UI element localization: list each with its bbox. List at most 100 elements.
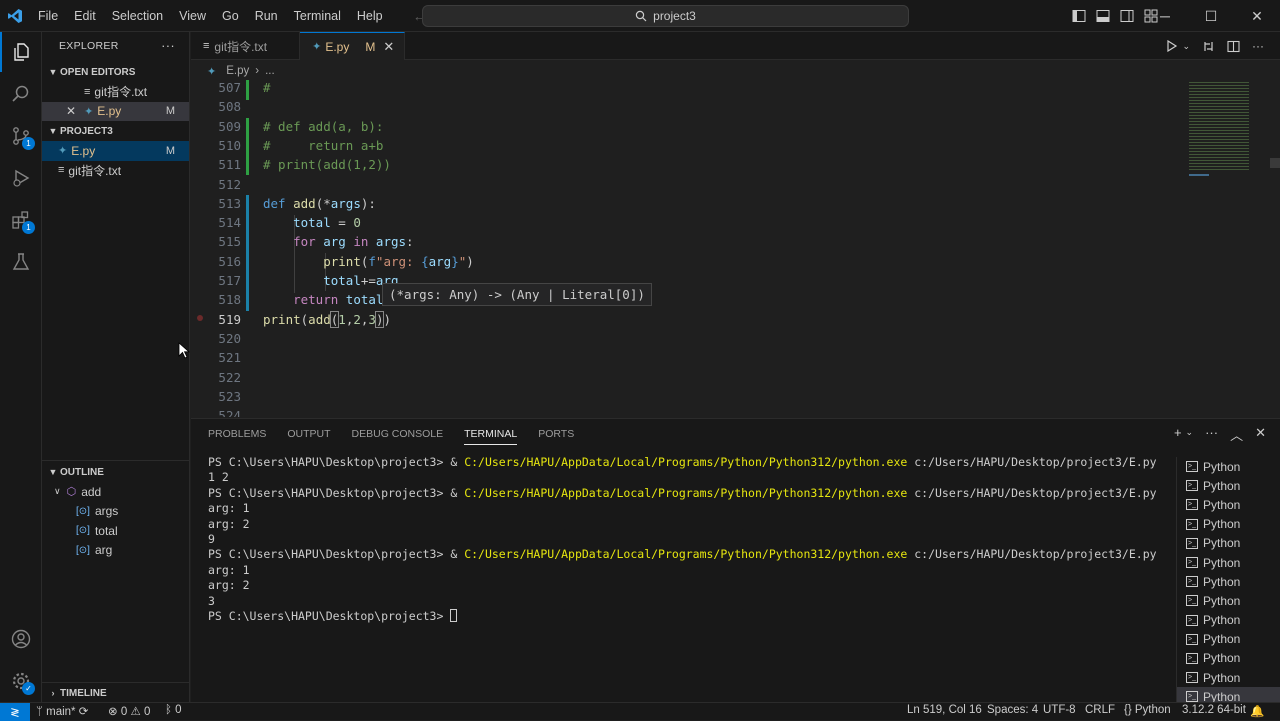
toggle-panel-icon[interactable] xyxy=(1096,9,1110,23)
breadcrumb: ✦ E.py › ... xyxy=(191,61,1280,81)
toggle-secondary-sidebar-icon[interactable] xyxy=(1120,9,1134,23)
search-view-icon[interactable] xyxy=(0,74,42,114)
more-actions-icon[interactable]: ··· xyxy=(161,38,175,53)
terminal-instance[interactable]: >_ Python xyxy=(1177,495,1280,514)
terminal-instance[interactable]: >_ Python xyxy=(1177,457,1280,476)
breadcrumb-separator-icon: › xyxy=(255,65,260,77)
terminal-instance[interactable]: >_ Python xyxy=(1177,515,1280,534)
tab-debug-console[interactable]: DEBUG CONSOLE xyxy=(352,428,444,440)
close-panel-icon[interactable]: ✕ xyxy=(1255,425,1266,444)
branch-icon: ᛘ xyxy=(36,706,43,718)
menu-file[interactable]: File xyxy=(30,0,66,32)
chevron-down-icon[interactable]: ⌄ xyxy=(1186,427,1194,444)
line-number: 514 xyxy=(218,215,241,231)
terminal-instance[interactable]: >_ Python xyxy=(1177,630,1280,649)
terminal-icon: >_ xyxy=(1186,576,1198,588)
outline-item[interactable]: [⊙] total xyxy=(42,521,190,541)
maximize-button[interactable]: ☐ xyxy=(1188,0,1234,32)
notifications-bell-icon[interactable]: 🔔 xyxy=(1250,704,1264,718)
run-debug-icon[interactable] xyxy=(0,158,42,198)
modified-lines-marker xyxy=(246,195,249,311)
close-icon[interactable]: ✕ xyxy=(66,104,76,118)
problems-indicator[interactable]: ⊗ 0 ⚠ 0 xyxy=(108,704,150,718)
chevron-down-icon: ▼ xyxy=(48,67,58,77)
terminal-instance[interactable]: >_ Python xyxy=(1177,534,1280,553)
line-number: 520 xyxy=(218,330,241,346)
minimize-button[interactable]: ─ xyxy=(1142,0,1188,32)
menu-go[interactable]: Go xyxy=(214,0,247,32)
close-window-button[interactable]: ✕ xyxy=(1234,0,1280,32)
chevron-down-icon[interactable]: ⌄ xyxy=(1182,41,1190,52)
menu-terminal[interactable]: Terminal xyxy=(286,0,349,32)
tab-problems[interactable]: PROBLEMS xyxy=(208,428,266,440)
tab-terminal[interactable]: TERMINAL xyxy=(464,428,518,445)
menu-selection[interactable]: Selection xyxy=(104,0,171,32)
terminal-line: 9 xyxy=(208,531,215,546)
tab-e-py[interactable]: ✦ E.py M ✕ xyxy=(300,32,406,60)
sync-icon[interactable]: ⟳ xyxy=(79,706,89,718)
tab-git-txt[interactable]: ≡ git指令.txt xyxy=(191,32,301,60)
breadcrumb-rest[interactable]: ... xyxy=(265,65,275,77)
open-editor-item[interactable]: ≡ git指令.txt xyxy=(42,82,189,102)
manage-gear-icon[interactable]: ✓ xyxy=(0,661,42,701)
new-terminal-icon[interactable]: + xyxy=(1174,425,1182,444)
more-actions-icon[interactable]: ··· xyxy=(1252,39,1264,53)
testing-flask-icon[interactable] xyxy=(0,242,42,282)
menu-view[interactable]: View xyxy=(171,0,214,32)
menu-edit[interactable]: Edit xyxy=(66,0,104,32)
command-center-search[interactable]: project3 xyxy=(422,5,909,27)
python-interpreter[interactable]: 3.12.2 64-bit xyxy=(1182,704,1246,716)
indentation[interactable]: Spaces: 4 xyxy=(987,704,1038,716)
terminal-icon: >_ xyxy=(1186,557,1198,569)
open-editors-header[interactable]: ▼ OPEN EDITORS xyxy=(42,62,189,82)
toggle-primary-sidebar-icon[interactable] xyxy=(1072,9,1086,23)
outline-item[interactable]: [⊙] args xyxy=(42,502,190,522)
project-header[interactable]: ▼ PROJECT3 xyxy=(42,121,189,141)
timeline-header[interactable]: › TIMELINE xyxy=(42,683,190,703)
tab-ports[interactable]: PORTS xyxy=(538,428,574,440)
encoding[interactable]: UTF-8 xyxy=(1043,704,1076,716)
source-control-icon[interactable]: 1 xyxy=(0,116,42,156)
code-editor[interactable]: 507 508 509 510 511 512 513 514 515 516 … xyxy=(191,80,1191,417)
terminal-instance[interactable]: >_ Python xyxy=(1177,611,1280,630)
remote-indicator-icon[interactable]: ≷ xyxy=(0,703,30,721)
run-python-file-icon[interactable] xyxy=(1166,40,1178,52)
line-ending[interactable]: CRLF xyxy=(1085,704,1115,716)
terminal-icon: >_ xyxy=(1186,595,1198,607)
minimap[interactable] xyxy=(1181,80,1280,417)
open-editor-item[interactable]: ✕ ✦ E.py M xyxy=(42,101,189,121)
maximize-panel-icon[interactable]: ︿ xyxy=(1230,425,1243,444)
tab-output[interactable]: OUTPUT xyxy=(287,428,330,440)
ports-indicator[interactable]: ᛒ 0 xyxy=(165,704,182,716)
explorer-icon[interactable] xyxy=(0,32,42,72)
breadcrumb-file[interactable]: E.py xyxy=(226,65,249,77)
terminal-instance[interactable]: >_ Python xyxy=(1177,591,1280,610)
branch-indicator[interactable]: ᛘ main* ⟳ xyxy=(36,704,88,718)
cursor-position[interactable]: Ln 519, Col 16 xyxy=(907,704,982,716)
close-tab-icon[interactable]: ✕ xyxy=(383,39,394,55)
more-actions-icon[interactable]: ··· xyxy=(1205,425,1218,444)
code-line: return total xyxy=(293,292,384,308)
extensions-icon[interactable]: 1 xyxy=(0,200,42,240)
terminal-instance[interactable]: >_ Python xyxy=(1177,649,1280,668)
variable-symbol-icon: [⊙] xyxy=(76,505,90,517)
terminal-instance[interactable]: >_ Python xyxy=(1177,668,1280,687)
outline-item[interactable]: [⊙] arg xyxy=(42,541,190,561)
error-icon: ⊗ xyxy=(108,706,118,718)
file-item[interactable]: ✦ E.py M xyxy=(42,141,189,161)
terminal-cursor xyxy=(450,608,458,622)
menu-run[interactable]: Run xyxy=(247,0,286,32)
split-editor-icon[interactable] xyxy=(1227,40,1240,53)
menu-help[interactable]: Help xyxy=(349,0,391,32)
outline-item[interactable]: ∨ ⬡ add xyxy=(42,482,190,502)
accounts-icon[interactable] xyxy=(0,619,42,659)
terminal-instance[interactable]: >_ Python xyxy=(1177,553,1280,572)
terminal-instance[interactable]: >_ Python xyxy=(1177,476,1280,495)
code-line: print(f"arg: {arg}") xyxy=(323,253,474,269)
outline-header[interactable]: ▼ OUTLINE xyxy=(42,462,190,482)
file-item[interactable]: ≡ git指令.txt xyxy=(42,161,189,181)
language-mode[interactable]: {} Python xyxy=(1124,704,1171,716)
terminal-output[interactable]: PS C:\Users\HAPU\Desktop\project3> & C:/… xyxy=(208,455,1168,624)
compare-changes-icon[interactable] xyxy=(1202,40,1215,53)
terminal-instance[interactable]: >_ Python xyxy=(1177,572,1280,591)
